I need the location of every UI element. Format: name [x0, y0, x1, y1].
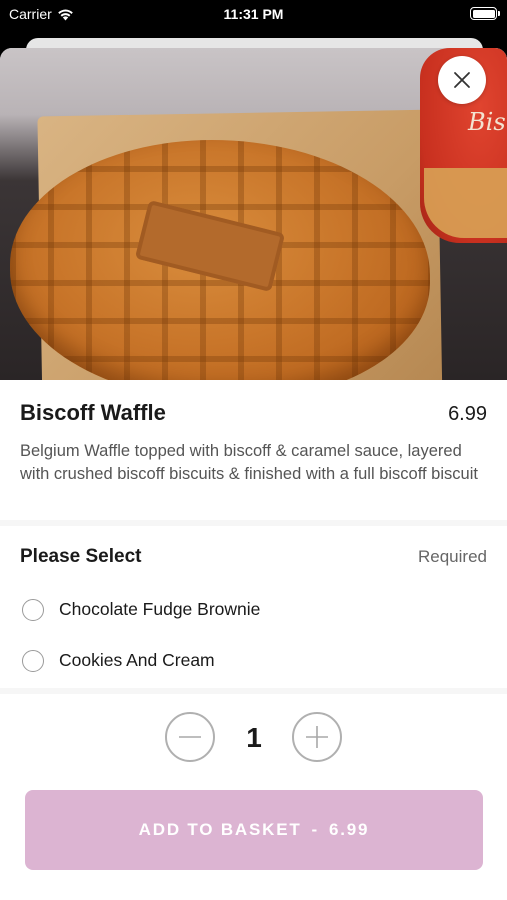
plus-icon	[306, 726, 328, 748]
radio-button[interactable]	[22, 649, 44, 672]
product-description: Belgium Waffle topped with biscoff & car…	[20, 442, 478, 483]
status-time: 11:31 PM	[223, 6, 284, 22]
radio-button[interactable]	[22, 598, 44, 621]
option-label: Chocolate Fudge Brownie	[59, 599, 261, 619]
increase-quantity-button[interactable]	[292, 712, 342, 762]
option-chocolate-fudge-brownie[interactable]: Chocolate Fudge Brownie	[20, 584, 487, 635]
minus-icon	[179, 736, 201, 738]
close-icon	[454, 72, 470, 88]
add-to-basket-button[interactable]: ADD TO BASKET - 6.99	[25, 790, 483, 870]
close-button[interactable]	[438, 56, 486, 104]
jar-logo-text: Bis	[468, 108, 506, 136]
product-name: Biscoff Waffle	[20, 400, 166, 425]
product-sheet: Bis Biscoff Waffle 6.99 Belgium Waffle t…	[0, 48, 507, 900]
jar-band	[424, 168, 507, 238]
option-label: Cookies And Cream	[59, 650, 215, 670]
section-divider	[0, 688, 507, 694]
quantity-stepper: 1	[0, 712, 507, 762]
options-section: Please Select Required Chocolate Fudge B…	[0, 526, 507, 686]
decrease-quantity-button[interactable]	[165, 712, 215, 762]
product-info: Biscoff Waffle 6.99 Belgium Waffle toppe…	[0, 380, 507, 520]
add-to-basket-label: ADD TO BASKET	[138, 820, 302, 839]
add-to-basket-separator: -	[311, 820, 320, 839]
option-cookies-and-cream[interactable]: Cookies And Cream	[20, 635, 487, 686]
quantity-value: 1	[246, 722, 262, 753]
options-heading: Please Select	[20, 546, 142, 567]
add-to-basket-total: 6.99	[329, 820, 370, 839]
battery-icon	[470, 7, 500, 20]
status-bar: Carrier 11:31 PM	[0, 0, 507, 30]
product-image: Bis	[0, 48, 507, 380]
product-price: 6.99	[448, 403, 487, 425]
required-label: Required	[418, 547, 487, 566]
